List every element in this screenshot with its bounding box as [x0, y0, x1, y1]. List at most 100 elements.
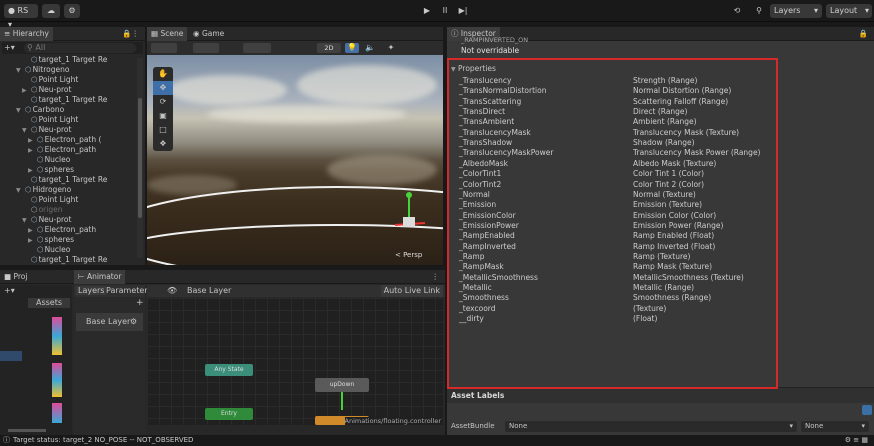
asset-labels-title: Asset Labels	[451, 391, 505, 400]
asset-variant-dropdown[interactable]: None ▾	[801, 421, 869, 432]
hierarchy-item-label: Hidrogeno	[32, 185, 72, 194]
hierarchy-item[interactable]: ▼ ⬡Hidrogeno	[16, 185, 71, 195]
search-placeholder: All	[35, 43, 46, 52]
asset-bundle-dropdown[interactable]: None ▾	[505, 421, 797, 432]
search-icon: ⚲	[756, 6, 762, 15]
hierarchy-item[interactable]: ▶ ⬡Electron_path	[28, 225, 96, 235]
hierarchy-item[interactable]: ⬡target_1 Target Re	[22, 95, 107, 105]
tab-project[interactable]: ■ Proj	[0, 270, 31, 284]
overlay-dropdown[interactable]	[243, 43, 271, 53]
hierarchy-item[interactable]: ⬡origen	[22, 205, 62, 215]
tab-layers[interactable]: Layers	[76, 286, 107, 295]
asset-labels-section[interactable]: Asset Labels	[447, 387, 874, 403]
state-any-state[interactable]: Any State	[205, 364, 253, 376]
account-button[interactable]: ● RS ▾	[4, 4, 38, 29]
grid-icon: ▦	[151, 29, 159, 38]
hierarchy-search-input[interactable]: ⚲ All	[24, 43, 136, 53]
state-entry[interactable]: Entry	[205, 408, 253, 420]
gear-icon[interactable]: ⚙	[130, 313, 137, 331]
add-button[interactable]: +▾	[4, 42, 15, 54]
layers-dropdown[interactable]: Layers ▾	[770, 4, 822, 18]
hierarchy-item[interactable]: ▶ ⬡spheres	[28, 165, 74, 175]
hierarchy-item-label: Point Light	[38, 195, 79, 204]
hierarchy-item[interactable]: ▶ ⬡Electron_path (	[28, 135, 101, 145]
scrollbar-thumb[interactable]	[138, 98, 142, 218]
tab-game[interactable]: ◉ Game	[189, 27, 228, 41]
hand-tool[interactable]: ✋	[153, 67, 173, 81]
zoom-slider[interactable]	[8, 429, 46, 432]
more-icon[interactable]: ⋮	[432, 270, 440, 284]
lock-icon[interactable]: 🔒⋮	[122, 27, 139, 41]
cloud-icon: ☁	[47, 6, 55, 15]
cloud-button[interactable]: ☁	[42, 4, 60, 18]
pause-button[interactable]: II	[436, 4, 454, 18]
selected-folder[interactable]	[0, 351, 22, 361]
play-button[interactable]: ▶	[418, 4, 436, 18]
label-button[interactable]	[862, 405, 872, 415]
layer-item-base[interactable]: Base Layer ⚙	[76, 313, 143, 331]
assets-folder[interactable]: Assets	[28, 298, 70, 308]
rotate-icon: ⟳	[159, 97, 167, 106]
layers-tabs: Layers Parameters	[74, 285, 152, 297]
hierarchy-item-label: spheres	[44, 235, 75, 244]
state-updown[interactable]: upDown	[315, 378, 369, 392]
hierarchy-item[interactable]: ⬡target_1 Target Re	[22, 56, 107, 65]
scene-viewport[interactable]: ✋ ✥ ⟳ ▣ □ ❖ < Persp	[147, 55, 443, 265]
scene-tab-label: Scene	[160, 29, 184, 38]
fx-toggle[interactable]: ✦	[381, 43, 401, 53]
status-icons[interactable]: ⚙ ≡ ▦	[845, 435, 868, 446]
tab-scene[interactable]: ▦ Scene	[147, 27, 188, 41]
lighting-toggle[interactable]: 💡	[345, 43, 359, 53]
material-thumbnail[interactable]	[52, 363, 62, 397]
layout-dropdown[interactable]: Layout ▾	[826, 4, 872, 18]
material-thumbnail[interactable]	[52, 317, 62, 355]
hierarchy-item[interactable]: ⬡Point Light	[22, 115, 78, 125]
undo-history-button[interactable]: ⟲	[728, 4, 746, 18]
lock-icon[interactable]: 🔒	[859, 27, 868, 41]
hierarchy-item[interactable]: ▼ ⬡Neu-prot	[22, 125, 71, 135]
draw-mode-dropdown[interactable]	[151, 43, 177, 53]
step-button[interactable]: ▶|	[454, 4, 472, 18]
gameobject-icon: ⬡	[31, 215, 38, 224]
hierarchy-item[interactable]: ▼ ⬡Nitrogeno	[16, 65, 69, 75]
scale-tool[interactable]: ▣	[153, 109, 173, 123]
2d-toggle[interactable]: 2D	[317, 43, 341, 53]
gameobject-icon: ⬡	[31, 255, 38, 264]
add-layer-button[interactable]: +	[136, 298, 144, 308]
asset-labels-body	[447, 403, 874, 417]
hierarchy-item[interactable]: ⬡Point Light	[22, 195, 78, 205]
hierarchy-scrollbar[interactable]	[137, 58, 143, 258]
hierarchy-item[interactable]: ▼ ⬡Neu-prot	[22, 215, 71, 225]
tab-hierarchy[interactable]: ≡ Hierarchy	[0, 27, 53, 41]
transform-tool[interactable]: ❖	[153, 137, 173, 151]
auto-live-link-toggle[interactable]: Auto Live Link	[380, 285, 443, 297]
move-tool[interactable]: ✥	[153, 81, 173, 95]
eye-icon[interactable]: 👁	[167, 286, 177, 295]
status-text[interactable]: Target status: target_2 NO_POSE -- NOT_O…	[13, 435, 193, 446]
gizmo-dropdown[interactable]	[193, 43, 219, 53]
hierarchy-item[interactable]: ▶ ⬡spheres	[28, 235, 74, 245]
scale-icon: ▣	[159, 111, 167, 120]
hierarchy-item[interactable]: ▶ ⬡Electron_path	[28, 145, 96, 155]
add-asset-button[interactable]: +▾	[4, 286, 15, 295]
rotate-tool[interactable]: ⟳	[153, 95, 173, 109]
material-thumbnail[interactable]	[52, 403, 62, 423]
search-button[interactable]: ⚲	[750, 4, 768, 18]
hierarchy-item[interactable]: ⬡target_1 Target Re	[22, 255, 107, 265]
hierarchy-item[interactable]: ⬡Nucleo	[28, 155, 70, 165]
animator-graph[interactable]: Any State upDown Entry Animations/floati…	[147, 298, 443, 425]
perspective-label[interactable]: < Persp	[395, 251, 422, 259]
hierarchy-item[interactable]: ⬡Nucleo	[28, 245, 70, 255]
collab-button[interactable]: ⚙	[64, 4, 80, 18]
audio-toggle[interactable]: 🔈	[363, 43, 377, 53]
breadcrumb[interactable]: Base Layer	[187, 286, 231, 295]
hierarchy-item[interactable]: ▼ ⬡Carbono	[16, 105, 64, 115]
layout-label: Layout	[830, 6, 858, 15]
hierarchy-item[interactable]: ⬡target_1 Target Re	[22, 175, 107, 185]
rect-tool[interactable]: □	[153, 123, 173, 137]
hierarchy-item[interactable]: ⬡Point Light	[22, 75, 78, 85]
asset-bundle-value: None	[509, 422, 528, 430]
tab-parameters[interactable]: Parameters	[106, 286, 152, 295]
tab-animator[interactable]: ⊢ Animator	[74, 270, 126, 284]
hierarchy-item[interactable]: ▶ ⬡Neu-prot	[22, 85, 71, 95]
